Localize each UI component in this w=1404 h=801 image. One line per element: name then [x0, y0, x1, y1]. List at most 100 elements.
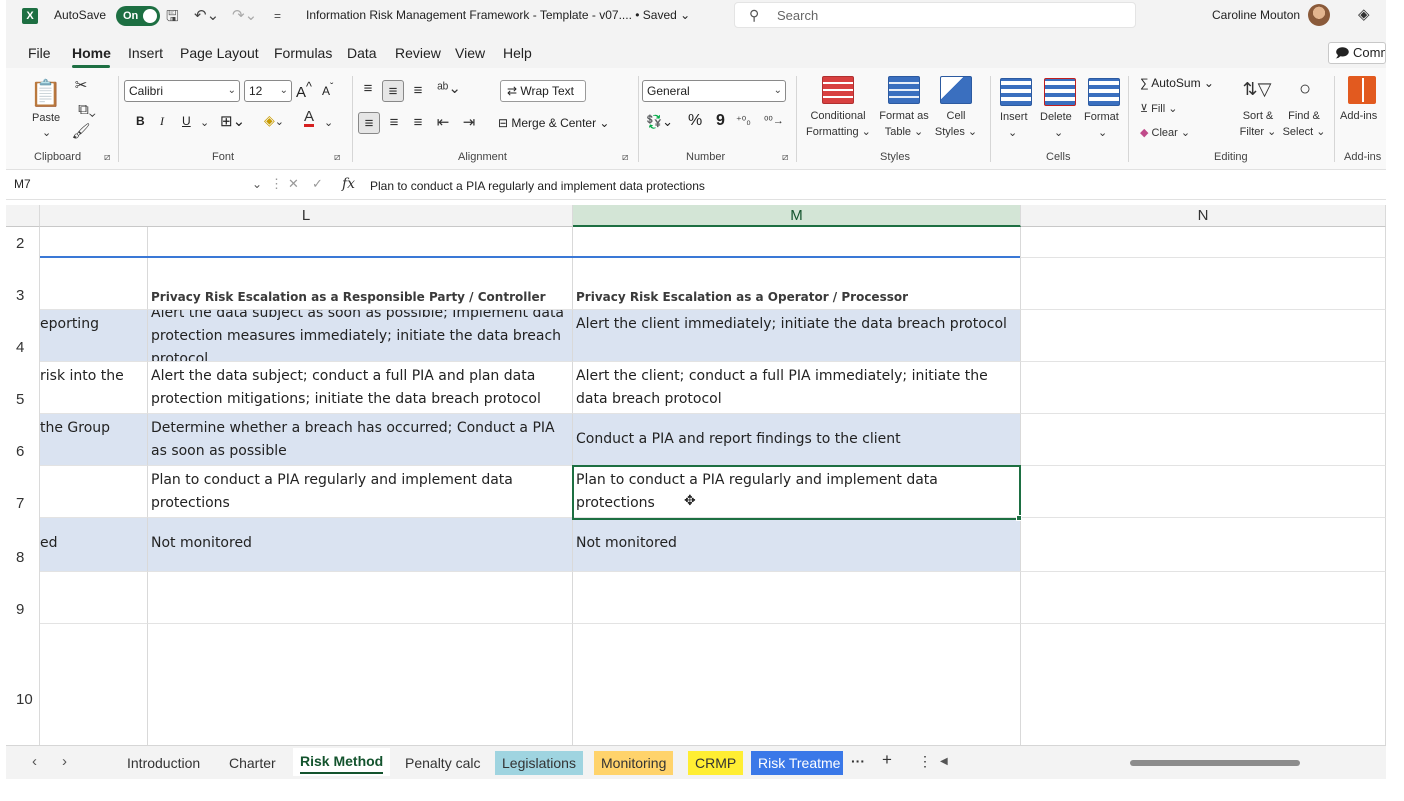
underline-button[interactable]: U — [182, 114, 191, 128]
cell-n3[interactable] — [1021, 258, 1386, 310]
align-middle-icon[interactable]: ≡ — [382, 80, 404, 102]
cell-l2[interactable] — [148, 227, 573, 258]
add-ins-label[interactable]: Add-ins — [1340, 110, 1377, 122]
decrease-indent-icon[interactable]: ⇤ — [432, 112, 454, 132]
tab-formulas[interactable]: Formulas — [274, 45, 332, 61]
cell-k4[interactable]: eporting — [40, 310, 148, 362]
format-cells-icon[interactable] — [1088, 78, 1120, 106]
format-as-table-icon[interactable] — [888, 76, 920, 104]
insert-function-icon[interactable]: fx — [342, 176, 355, 192]
prev-sheet-icon[interactable]: ‹ — [32, 753, 37, 770]
decrease-decimal-icon[interactable]: ⁰⁰→ — [764, 114, 784, 127]
number-launcher-icon[interactable]: ⧄ — [782, 152, 788, 163]
cell-k6[interactable]: the Group — [40, 414, 148, 466]
find-select-label-2[interactable]: Select ⌄ — [1280, 125, 1328, 138]
more-sheets-icon[interactable]: ··· — [851, 753, 865, 769]
cell-l3[interactable]: Privacy Risk Escalation as a Responsible… — [148, 258, 573, 310]
number-format-select[interactable]: General ⌄ — [642, 80, 786, 102]
align-bottom-icon[interactable]: ≡ — [408, 80, 428, 100]
column-header-m[interactable]: M — [573, 205, 1021, 227]
cell-k5[interactable]: risk into the — [40, 362, 148, 414]
document-title[interactable]: Information Risk Management Framework - … — [306, 8, 690, 22]
paste-dropdown-icon[interactable]: ⌄ — [42, 126, 51, 139]
delete-cells-label[interactable]: Delete — [1040, 111, 1072, 123]
add-ins-icon[interactable] — [1348, 76, 1376, 104]
conditional-formatting-label[interactable]: Conditional — [806, 110, 870, 122]
undo-icon[interactable]: ↶⌄ — [194, 6, 219, 24]
cell-n8[interactable] — [1021, 518, 1386, 572]
cell-k8[interactable]: ed — [40, 518, 148, 572]
autosave-toggle[interactable]: On — [116, 6, 160, 26]
cut-icon[interactable]: ✂ — [72, 76, 90, 94]
delete-dropdown-icon[interactable]: ⌄ — [1054, 126, 1063, 139]
sort-filter-label[interactable]: Sort & — [1234, 110, 1282, 122]
cell-l8[interactable]: Not monitored — [148, 518, 573, 572]
row-header[interactable]: 8 — [6, 518, 40, 572]
name-box[interactable]: M7 — [14, 177, 264, 191]
conditional-formatting-label-2[interactable]: Formatting ⌄ — [806, 125, 871, 138]
tab-help[interactable]: Help — [503, 45, 532, 61]
format-painter-icon[interactable]: 🖌 — [71, 122, 90, 140]
row-header[interactable]: 9 — [6, 572, 40, 624]
user-name[interactable]: Caroline Mouton — [1212, 8, 1300, 22]
customize-qat-icon[interactable]: = — [274, 9, 281, 23]
enter-icon[interactable]: ✓ — [312, 176, 323, 192]
row-header[interactable]: 10 — [6, 624, 40, 714]
font-launcher-icon[interactable]: ⧄ — [334, 152, 340, 163]
formula-input[interactable]: Plan to conduct a PIA regularly and impl… — [370, 179, 705, 193]
fill-button[interactable]: ⊻ Fill ⌄ — [1140, 102, 1177, 115]
column-header-n[interactable]: N — [1021, 205, 1386, 227]
sheet-tab-penalty-calc[interactable]: Penalty calc — [398, 751, 487, 775]
tab-review[interactable]: Review — [395, 45, 441, 61]
row-header[interactable]: 3 — [6, 258, 40, 310]
increase-font-icon[interactable]: A^ — [296, 80, 312, 101]
cell-l10[interactable] — [148, 624, 573, 745]
cell-k9[interactable] — [40, 572, 148, 624]
decrease-font-icon[interactable]: Aˇ — [322, 82, 333, 98]
cell-styles-icon[interactable] — [940, 76, 972, 104]
cell-n2[interactable] — [1021, 227, 1386, 258]
sheet-tab-risk-treatment[interactable]: Risk Treatme — [751, 751, 843, 775]
row-header[interactable]: 5 — [6, 362, 40, 414]
underline-dropdown-icon[interactable]: ⌄ — [200, 116, 209, 129]
sheet-tab-introduction[interactable]: Introduction — [120, 751, 207, 775]
cell-m8[interactable]: Not monitored — [573, 518, 1021, 572]
align-center-icon[interactable]: ≡ — [384, 112, 404, 132]
select-all-corner[interactable] — [6, 205, 40, 227]
cell-k10[interactable] — [40, 624, 148, 745]
add-sheet-icon[interactable]: + — [882, 750, 892, 770]
align-top-icon[interactable]: ≡ — [358, 78, 378, 98]
accounting-format-icon[interactable]: 💱⌄ — [646, 114, 673, 130]
cell-m10[interactable] — [573, 624, 1021, 745]
cell-n10[interactable] — [1021, 624, 1386, 745]
cell-m3[interactable]: Privacy Risk Escalation as a Operator / … — [573, 258, 1021, 310]
insert-dropdown-icon[interactable]: ⌄ — [1008, 126, 1017, 139]
cell-l4[interactable]: Alert the data subject as soon as possib… — [148, 310, 573, 362]
paste-label[interactable]: Paste — [32, 112, 60, 124]
sheet-tab-risk-method[interactable]: Risk Method — [293, 748, 391, 776]
fill-handle[interactable] — [1016, 515, 1022, 521]
cell-m2[interactable] — [573, 227, 1021, 258]
find-select-icon[interactable]: ○ — [1290, 74, 1320, 104]
more-options-icon[interactable]: ⋮ — [270, 176, 283, 192]
cell-l6[interactable]: Determine whether a breach has occurred;… — [148, 414, 573, 466]
font-color-icon[interactable]: A — [304, 109, 315, 127]
comma-style-button[interactable]: 9 — [716, 112, 725, 130]
horizontal-scrollbar-thumb[interactable] — [1130, 760, 1300, 766]
alignment-launcher-icon[interactable]: ⧄ — [622, 152, 628, 163]
sort-filter-label-2[interactable]: Filter ⌄ — [1234, 125, 1282, 138]
row-header[interactable]: 6 — [6, 414, 40, 466]
insert-cells-icon[interactable] — [1000, 78, 1032, 106]
horizontal-scrollbar[interactable] — [958, 758, 1386, 768]
tab-data[interactable]: Data — [347, 45, 377, 61]
premium-diamond-icon[interactable]: ◈ — [1358, 5, 1370, 23]
cell-n5[interactable] — [1021, 362, 1386, 414]
orientation-icon[interactable]: ᵃᵇ⌄ — [434, 78, 464, 98]
cell-m4[interactable]: Alert the client immediately; initiate t… — [573, 310, 1021, 362]
autosum-button[interactable]: ∑ AutoSum ⌄ — [1140, 76, 1214, 90]
format-dropdown-icon[interactable]: ⌄ — [1098, 126, 1107, 139]
tab-view[interactable]: View — [455, 45, 485, 61]
cancel-icon[interactable]: ✕ — [288, 176, 299, 192]
cell-styles-label[interactable]: Cell — [932, 110, 980, 122]
sort-filter-icon[interactable]: ⇅▽ — [1240, 74, 1274, 104]
